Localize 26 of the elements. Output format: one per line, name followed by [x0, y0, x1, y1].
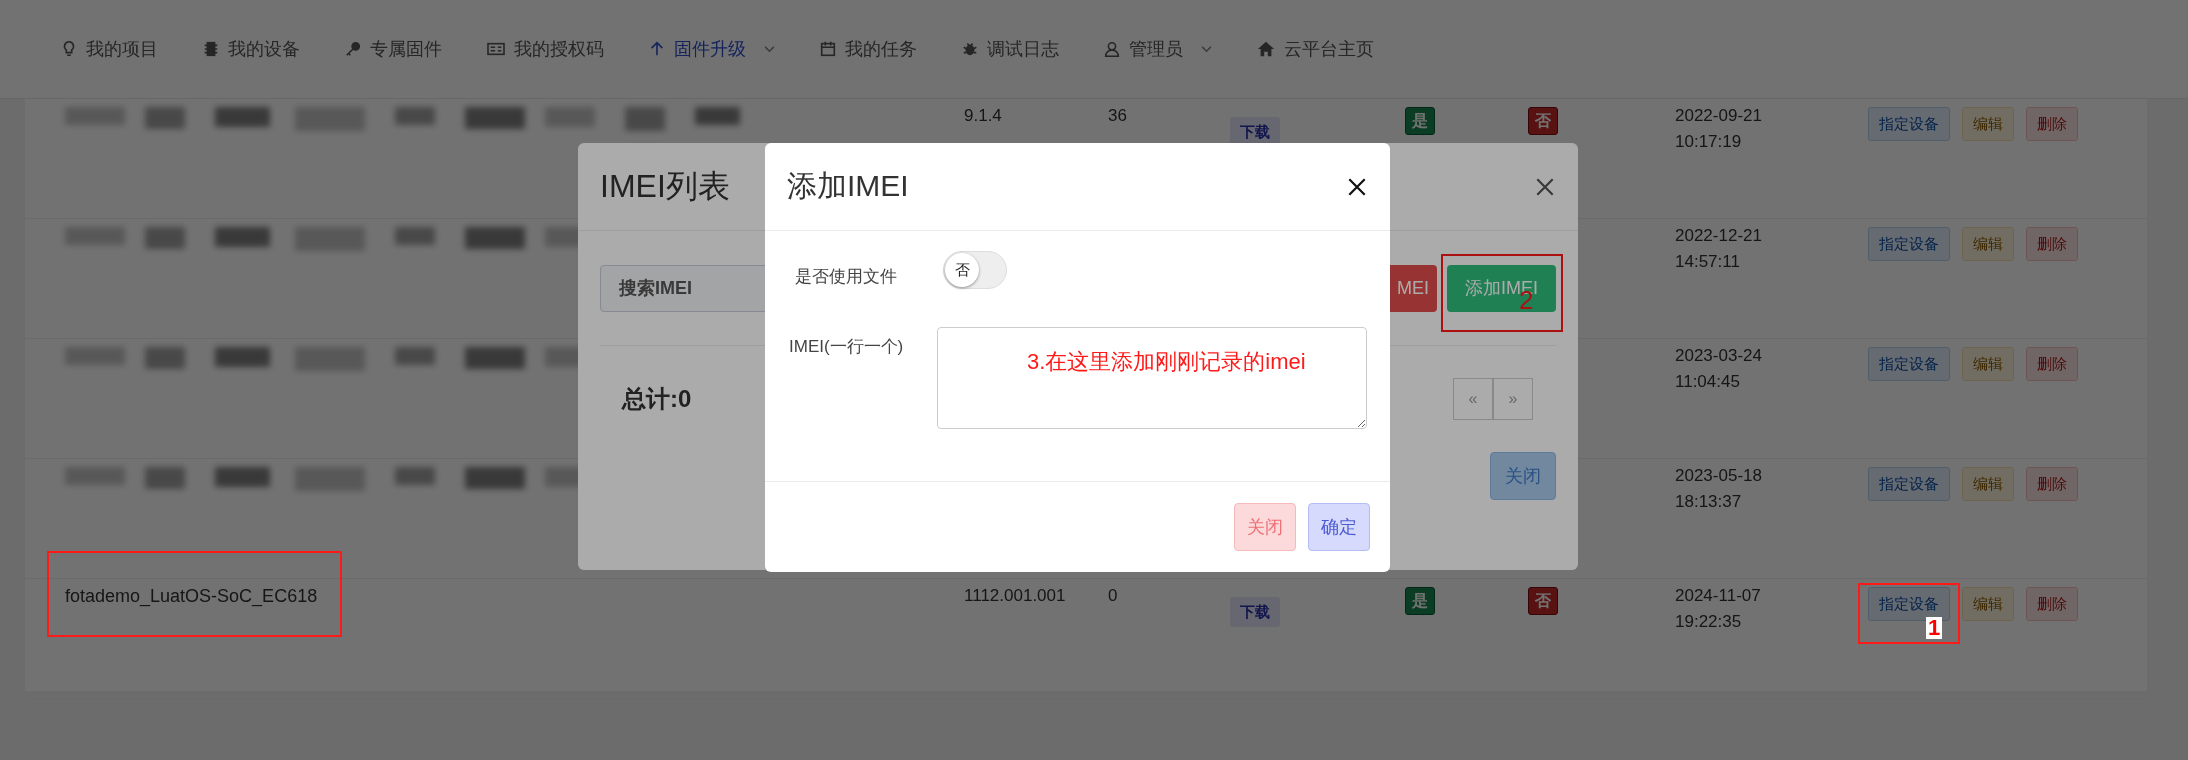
date-text: 2022-12-21 [1675, 225, 1762, 247]
firmware-name: fotademo_LuatOS-SoC_EC618 [65, 586, 318, 606]
status-badge: 否 [1528, 107, 1558, 135]
time-text: 11:04:45 [1675, 371, 1740, 393]
annotation-number: 1 [1926, 617, 1943, 639]
time-text: 14:57:11 [1675, 251, 1740, 273]
modal-title: 添加IMEI [787, 168, 909, 204]
date-text: 2022-09-21 [1675, 105, 1762, 127]
date-text: 2023-05-18 [1675, 465, 1762, 487]
version-text: 9.1.4 [964, 105, 1002, 127]
time-text: 19:22:35 [1675, 611, 1742, 633]
time-text: 10:17:19 [1675, 131, 1742, 153]
field-label: IMEI(一行一个) [789, 336, 905, 358]
date-text: 2023-03-24 [1675, 345, 1762, 367]
count-text: 0 [1108, 585, 1118, 607]
field-label: 是否使用文件 [794, 266, 898, 288]
time-text: 18:13:37 [1675, 491, 1742, 513]
status-badge: 是 [1405, 107, 1435, 135]
total-count: 总计:0 [622, 384, 692, 414]
date-text: 2024-11-07 [1675, 585, 1761, 607]
count-text: 36 [1108, 105, 1127, 127]
modal-title: IMEI列表 [600, 166, 730, 206]
status-badge: 是 [1405, 587, 1435, 615]
version-text: 1112.001.001 [964, 585, 1066, 607]
annotation-text: 3.在这里添加刚刚记录的imei [1027, 348, 1306, 376]
status-badge: 否 [1528, 587, 1558, 615]
